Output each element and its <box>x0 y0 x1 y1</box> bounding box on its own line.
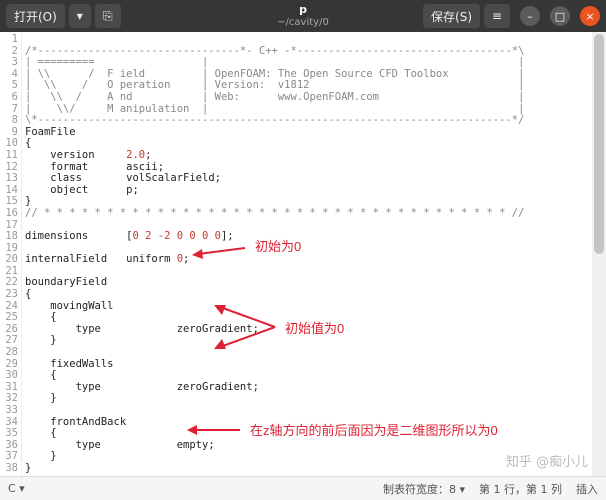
status-insert-mode[interactable]: 插入 <box>576 481 598 497</box>
window-title: p ~/cavity/0 <box>0 3 606 28</box>
code-line: { <box>25 288 31 300</box>
save-button[interactable]: 保存(S) <box>423 4 480 28</box>
code-line: type empty; <box>25 439 215 451</box>
code-line: format ascii; <box>25 161 164 173</box>
code-line: { <box>25 311 57 323</box>
code-line: { <box>25 369 57 381</box>
close-button[interactable]: × <box>580 6 600 26</box>
code-line: \*--------------------------------------… <box>25 114 524 126</box>
code-line: type zeroGradient; <box>25 323 259 335</box>
open-dropdown[interactable]: ▾ <box>69 4 91 28</box>
scrollbar-track[interactable] <box>592 32 606 476</box>
code-line: } <box>25 462 31 474</box>
code-line: class volScalarField; <box>25 172 221 184</box>
title-path: ~/cavity/0 <box>0 17 606 29</box>
code-line: /*--------------------------------*- C++… <box>25 45 524 57</box>
open-button[interactable]: 打开(O) <box>6 4 65 28</box>
code-line: | \\ / A nd | Web: www.OpenFOAM.com | <box>25 91 524 103</box>
code-line: dimensions [0 2 -2 0 0 0 0]; <box>25 230 234 242</box>
code-line: movingWall <box>25 300 114 312</box>
code-line: frontAndBack <box>25 416 126 428</box>
code-line: // * * * * * * * * * * * * * * * * * * *… <box>25 207 524 219</box>
scrollbar-thumb[interactable] <box>594 34 604 254</box>
line-number-gutter: 1 2 3 4 5 6 7 8 9 10 11 12 13 14 15 16 1… <box>0 32 22 476</box>
code-line: fixedWalls <box>25 358 114 370</box>
code-line: internalField uniform 0; <box>25 253 189 265</box>
code-line: } <box>25 450 57 462</box>
code-line: | \\/ M anipulation | | <box>25 103 524 115</box>
code-line: boundaryField <box>25 276 107 288</box>
code-line: { <box>25 137 31 149</box>
editor-area: 1 2 3 4 5 6 7 8 9 10 11 12 13 14 15 16 1… <box>0 32 606 476</box>
code-line: | ========= | | <box>25 56 524 68</box>
code-line: } <box>25 392 57 404</box>
code-content[interactable]: /*--------------------------------*- C++… <box>22 32 606 476</box>
code-line: } <box>25 195 31 207</box>
code-line: FoamFile <box>25 126 76 138</box>
maximize-button[interactable]: □ <box>550 6 570 26</box>
code-line: } <box>25 334 57 346</box>
code-line: | \\ / F ield | OpenFOAM: The Open Sourc… <box>25 68 524 80</box>
statusbar: C ▾ 制表符宽度：8 ▾ 第 1 行，第 1 列 插入 <box>0 476 606 500</box>
titlebar: 打开(O) ▾ ⎘ p ~/cavity/0 保存(S) ≡ – □ × <box>0 0 606 32</box>
minimize-button[interactable]: – <box>520 6 540 26</box>
code-line: object p; <box>25 184 139 196</box>
code-line: version 2.0; <box>25 149 151 161</box>
new-tab-button[interactable]: ⎘ <box>95 4 121 28</box>
hamburger-menu[interactable]: ≡ <box>484 4 510 28</box>
status-cursor-pos: 第 1 行，第 1 列 <box>479 481 562 497</box>
title-filename: p <box>0 3 606 16</box>
status-tab-width[interactable]: 制表符宽度：8 ▾ <box>383 481 465 497</box>
status-language[interactable]: C ▾ <box>8 482 25 495</box>
code-line: { <box>25 427 57 439</box>
code-line: type zeroGradient; <box>25 381 259 393</box>
code-line: | \\ / O peration | Version: v1812 | <box>25 79 524 91</box>
